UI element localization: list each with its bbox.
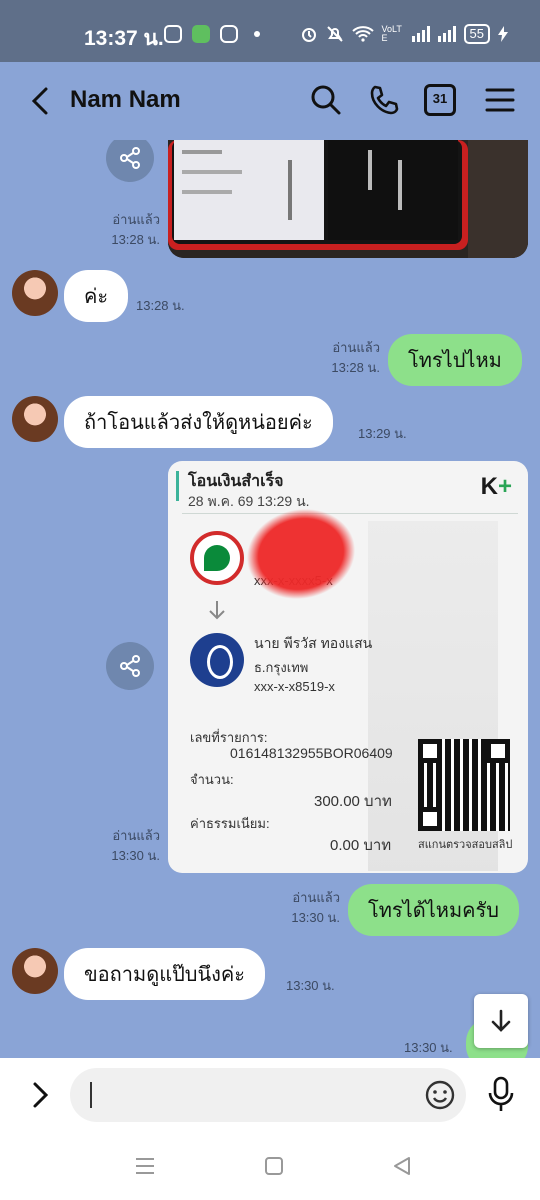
- message-time: 13:30 น.: [404, 1040, 453, 1055]
- bangkok-bank-logo: [190, 633, 244, 687]
- message-list[interactable]: อ่านแล้ว 13:28 น. ค่ะ 13:28 น. อ่านแล้ว …: [0, 140, 540, 1058]
- message-text: โทรได้ไหมครับ: [368, 900, 499, 922]
- share-icon: [120, 147, 140, 169]
- divider: [182, 513, 518, 514]
- message-time: 13:30 น.: [286, 978, 335, 993]
- message-time: 13:28 น.: [136, 298, 185, 313]
- menu-icon[interactable]: [484, 84, 516, 116]
- message-text: ค่ะ: [84, 286, 109, 308]
- message-time: 13:29 น.: [358, 426, 407, 441]
- read-receipt: อ่านแล้ว: [112, 828, 160, 843]
- share-button[interactable]: [106, 140, 154, 182]
- message-bubble-out[interactable]: โทรได้ไหมครับ: [348, 884, 519, 936]
- calendar-icon[interactable]: 31: [424, 84, 456, 116]
- instagram-icon: [220, 25, 238, 43]
- title-accent: [176, 471, 179, 501]
- status-right: VoLTE 55: [300, 24, 508, 44]
- kasikorn-bank-logo: [190, 531, 244, 585]
- share-icon: [120, 655, 140, 677]
- message-meta: อ่านแล้ว 13:28 น.: [300, 338, 380, 378]
- arrow-down-icon: [491, 1009, 511, 1032]
- chat-header: Nam Nam 31: [0, 62, 540, 140]
- receiver-bank: ธ.กรุงเทพ: [254, 660, 309, 675]
- back-nav-icon[interactable]: [392, 1156, 412, 1176]
- qr-code: [418, 739, 510, 831]
- amount-label: จำนวน:: [190, 772, 234, 787]
- volte-label: VoLTE: [381, 24, 402, 43]
- receiver-account: xxx-x-x8519-x: [254, 679, 335, 694]
- expand-chevron-icon[interactable]: [26, 1080, 56, 1110]
- contact-name[interactable]: Nam Nam: [70, 86, 181, 114]
- contact-avatar[interactable]: [12, 270, 58, 316]
- message-time: 13:28 น.: [331, 360, 380, 375]
- notification-icons: [164, 25, 260, 43]
- receiver-name: นาย พีรวัส ทองแสน: [254, 635, 373, 651]
- emoji-icon[interactable]: [424, 1079, 456, 1111]
- message-meta: อ่านแล้ว 13:30 น.: [90, 826, 160, 866]
- qr-finder: [418, 739, 442, 763]
- app-notification-icon: [164, 25, 182, 43]
- shield-notification-icon: [192, 25, 210, 43]
- text-cursor: [90, 1082, 92, 1108]
- charging-icon: [498, 26, 508, 42]
- signal-icon: [411, 26, 430, 42]
- home-icon[interactable]: [264, 1156, 284, 1176]
- search-icon[interactable]: [310, 84, 342, 116]
- read-receipt: อ่านแล้ว: [112, 212, 160, 227]
- fee-label: ค่าธรรมเนียม:: [190, 816, 270, 831]
- alarm-icon: [301, 28, 316, 42]
- contact-avatar[interactable]: [12, 396, 58, 442]
- message-bubble-in[interactable]: ค่ะ: [64, 270, 129, 322]
- arrow-down-icon: [209, 601, 225, 620]
- phone-icon[interactable]: [368, 84, 400, 116]
- message-bubble-in[interactable]: ถ้าโอนแล้วส่งให้ดูหน่อยค่ะ: [64, 396, 333, 448]
- redaction-scribble: [237, 498, 365, 610]
- more-notifications-dot: [254, 31, 260, 37]
- read-receipt: อ่านแล้ว: [332, 340, 380, 355]
- message-time: 13:30 น.: [291, 910, 340, 925]
- recent-apps-icon[interactable]: [134, 1156, 156, 1176]
- status-bar: 13:37 น. VoLTE 55: [0, 0, 540, 62]
- back-arrow-icon[interactable]: [26, 86, 56, 116]
- status-time: 13:37 น.: [84, 27, 164, 50]
- fee-value: 0.00 บาท: [330, 837, 392, 854]
- contact-avatar[interactable]: [12, 948, 58, 994]
- microphone-icon[interactable]: [486, 1076, 516, 1114]
- message-meta: อ่านแล้ว 13:30 น.: [260, 888, 340, 928]
- phone-photo-image: [168, 140, 528, 258]
- message-text: ถ้าโอนแล้วส่งให้ดูหน่อยค่ะ: [84, 412, 313, 434]
- message-meta: อ่านแล้ว 13:28 น.: [90, 210, 160, 250]
- battery-icon: 55: [463, 24, 490, 44]
- kplus-logo: K+: [481, 473, 512, 501]
- message-time: 13:30 น.: [111, 848, 160, 863]
- ref-value: 016148132955BOR06409: [230, 745, 393, 761]
- kplus-plus: +: [497, 473, 512, 500]
- message-bubble-out[interactable]: โทรไปไหม: [388, 334, 522, 386]
- kplus-k: K: [480, 473, 498, 500]
- mute-icon: [326, 26, 343, 42]
- transfer-slip-image[interactable]: โอนเงินสำเร็จ 28 พ.ค. 69 13:29 น. K+ xxx…: [168, 461, 528, 873]
- amount-value: 300.00 บาท: [314, 793, 392, 810]
- qr-finder: [418, 807, 442, 831]
- message-bubble-in[interactable]: ขอถามดูแป๊บนึงค่ะ: [64, 948, 266, 1000]
- qr-finder: [486, 739, 510, 763]
- message-input[interactable]: [70, 1068, 466, 1122]
- message-time: 13:28 น.: [111, 232, 160, 247]
- share-button[interactable]: [106, 642, 154, 690]
- signal-icon-2: [437, 26, 456, 42]
- message-text: โทรไปไหม: [408, 350, 502, 372]
- system-nav-bar: [0, 1134, 540, 1200]
- message-input-bar: [0, 1058, 540, 1134]
- wifi-icon: [351, 26, 374, 42]
- read-receipt: อ่านแล้ว: [292, 890, 340, 905]
- scroll-to-bottom-button[interactable]: [474, 994, 528, 1048]
- image-message[interactable]: [168, 140, 528, 258]
- qr-caption: สแกนตรวจสอบสลิป: [418, 839, 513, 851]
- message-text: ขอถามดูแป๊บนึงค่ะ: [84, 964, 246, 986]
